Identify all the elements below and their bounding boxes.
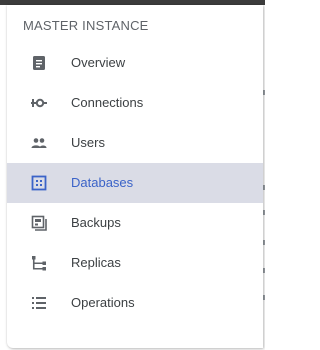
sidebar-item-overview[interactable]: Overview — [7, 43, 263, 83]
sidebar-item-label: Backups — [71, 215, 121, 230]
operations-icon — [31, 295, 47, 311]
sidebar-item-connections[interactable]: Connections — [7, 83, 263, 123]
sidebar-item-replicas[interactable]: Replicas — [7, 243, 263, 283]
overview-icon — [31, 55, 47, 71]
nav-list: Overview Connections Users Databases Bac… — [7, 43, 263, 323]
section-title: MASTER INSTANCE — [23, 18, 149, 33]
app-viewport: MASTER INSTANCE Overview Connections Use… — [0, 0, 265, 350]
sidebar-item-label: Overview — [71, 55, 126, 70]
sidebar-item-operations[interactable]: Operations — [7, 283, 263, 323]
connections-icon — [31, 95, 47, 111]
sidebar-nav: MASTER INSTANCE Overview Connections Use… — [7, 5, 263, 348]
databases-icon — [31, 175, 47, 191]
sidebar-item-backups[interactable]: Backups — [7, 203, 263, 243]
sidebar-item-users[interactable]: Users — [7, 123, 263, 163]
sidebar-item-databases[interactable]: Databases — [7, 163, 263, 203]
sidebar-item-label: Databases — [71, 175, 134, 190]
sidebar-item-label: Operations — [71, 295, 135, 310]
sidebar-item-label: Users — [71, 135, 105, 150]
sidebar-item-label: Replicas — [71, 255, 121, 270]
users-icon — [31, 135, 47, 151]
sidebar-item-label: Connections — [71, 95, 144, 110]
replicas-icon — [31, 255, 47, 271]
backups-icon — [31, 215, 47, 231]
